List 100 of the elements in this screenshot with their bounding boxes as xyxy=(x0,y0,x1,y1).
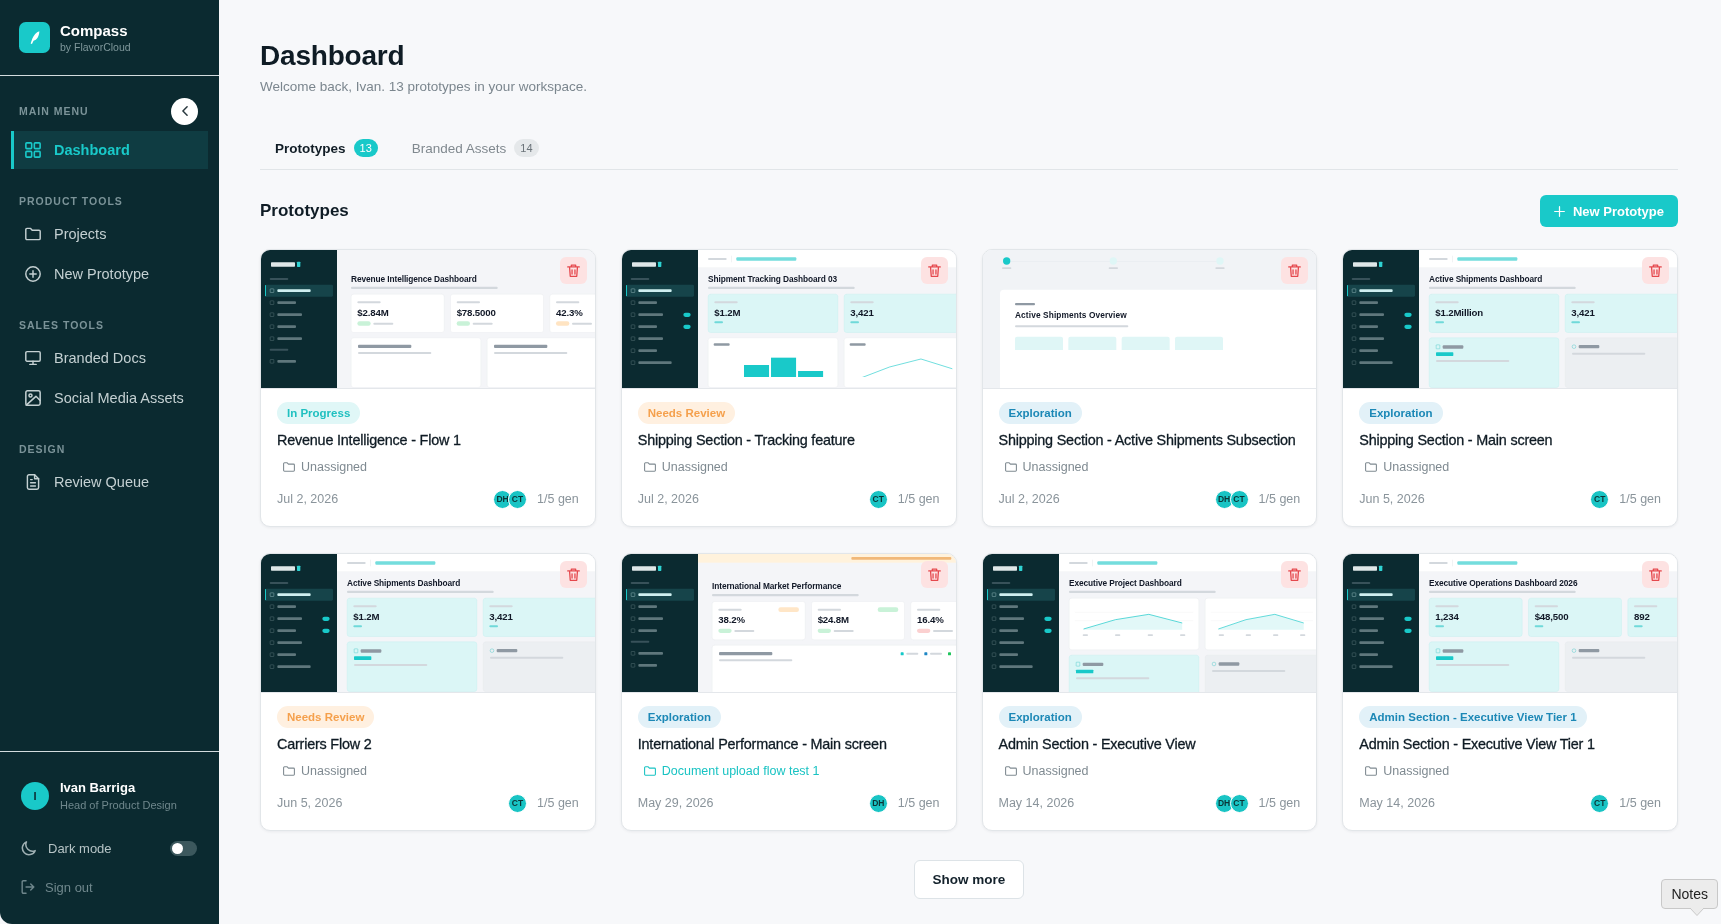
stat-value: 3,421 xyxy=(1571,306,1596,318)
count-badge: 13 xyxy=(353,139,378,157)
section-heading: PRODUCT TOOLS xyxy=(19,195,123,207)
status-badge: Exploration xyxy=(998,402,1082,424)
status-badge: Needs Review xyxy=(277,706,375,728)
dashboard-title: Revenue Intelligence Dashboard xyxy=(351,274,478,284)
avatar: CT xyxy=(1590,489,1610,509)
sidebar-item[interactable]: Projects xyxy=(11,215,208,253)
sign-out-button[interactable]: Sign out xyxy=(21,876,93,898)
date-text: Jun 5, 2026 xyxy=(277,796,344,810)
delete-button[interactable] xyxy=(1281,257,1309,284)
avatar: I xyxy=(21,781,49,810)
project-label: Unassigned xyxy=(661,459,728,475)
user-role: Head of Product Design xyxy=(60,799,177,811)
generation-count: 1/5 gen xyxy=(537,796,579,810)
card-title: Shipping Section - Main screen xyxy=(1359,431,1553,450)
avatar: CT xyxy=(508,489,528,509)
avatar: CT xyxy=(1229,793,1249,813)
date-text: Jul 2, 2026 xyxy=(998,492,1061,506)
folder-icon xyxy=(1365,462,1378,472)
delete-button[interactable] xyxy=(920,257,948,284)
app-tagline: by FlavorCloud xyxy=(60,41,131,53)
summary-tile xyxy=(1014,336,1063,350)
prototype-card[interactable]: Executive Operations Dashboard 2026 1,234 $48,500 892 Admin Section - Executive View Tier 1 Admin Section - Executive View Tier 1 Unassigned May 14, 2026 CT 1/5 gen xyxy=(1342,553,1678,831)
section-heading: SALES TOOLS xyxy=(19,319,104,331)
show-more-button[interactable]: Show more xyxy=(914,860,1024,899)
folder-icon xyxy=(1004,766,1017,776)
delete-button[interactable] xyxy=(1642,561,1669,588)
prototype-card[interactable]: Active Shipments Overview Exploration Shipping Section - Active Shipments Subsection Unassigned Jul 2, 2026 DH CT 1/5 gen xyxy=(981,249,1318,527)
feather-icon xyxy=(19,22,50,53)
generation-count: 1/5 gen xyxy=(537,492,579,506)
delete-button[interactable] xyxy=(559,561,587,588)
status-badge: Exploration xyxy=(1359,402,1443,424)
card-title: Carriers Flow 2 xyxy=(277,735,372,754)
project-label: Unassigned xyxy=(1022,763,1089,779)
delete-button[interactable] xyxy=(920,561,948,588)
trash-icon xyxy=(1288,568,1302,581)
sidebar-item[interactable]: Social Media Assets xyxy=(11,379,208,417)
summary-tile xyxy=(1121,336,1170,350)
stat-value: 3,421 xyxy=(489,610,514,622)
dashboard-title: International Market Performance xyxy=(711,581,842,592)
project-label: Document upload flow test 1 xyxy=(661,763,820,779)
tab[interactable]: Branded Assets 14 xyxy=(396,130,554,166)
avatar: CT xyxy=(1229,489,1249,509)
generation-count: 1/5 gen xyxy=(1258,796,1301,810)
folder-icon xyxy=(283,766,295,776)
collapse-button[interactable] xyxy=(171,97,198,125)
tab[interactable]: Prototypes 13 xyxy=(260,130,393,166)
stat-value: 1,234 xyxy=(1435,610,1460,622)
stat-value: 892 xyxy=(1634,610,1651,622)
prototype-card[interactable]: Revenue Intelligence Dashboard $2.84M $78.5000 42.3% In Progress Revenue Intelligence - Flow 1 Unassigned Jul 2, 2026 DH CT 1/5 gen xyxy=(260,249,596,527)
stat-value: 3,421 xyxy=(850,306,875,318)
project-label: Unassigned xyxy=(1022,459,1089,475)
prototype-card[interactable]: International Market Performance 38.2% $24.8M 16.4% Exploration International Performance - Main screen Document upload flow test 1 May 29, 2026 DH 1/5 gen xyxy=(620,553,957,831)
dashboard-title: Executive Project Dashboard xyxy=(1068,578,1183,588)
project-label: Unassigned xyxy=(1383,459,1450,475)
delete-button[interactable] xyxy=(559,257,587,284)
plus-circle-icon xyxy=(25,266,41,282)
stat-value: $1.2M xyxy=(714,306,742,318)
sidebar-item[interactable]: Review Queue xyxy=(11,463,208,501)
prototype-card[interactable]: Active Shipments Dashboard $1.2M 3,421 Needs Review Carriers Flow 2 Unassigned Jun 5, 2026 CT 1/5 gen xyxy=(260,553,596,831)
card-title: International Performance - Main screen xyxy=(637,735,887,754)
folder-icon xyxy=(643,766,656,776)
generation-count: 1/5 gen xyxy=(897,492,940,506)
status-badge: In Progress xyxy=(277,402,361,424)
section-title: Prototypes xyxy=(260,201,349,221)
count-badge: 14 xyxy=(514,139,539,157)
delete-button[interactable] xyxy=(1642,257,1669,284)
sidebar-item[interactable]: Branded Docs xyxy=(11,339,208,377)
prototype-card[interactable]: Active Shipments Dashboard $1.2Million 3,421 Exploration Shipping Section - Main screen Unassigned Jun 5, 2026 CT 1/5 gen xyxy=(1342,249,1678,527)
prototype-card[interactable]: Shipment Tracking Dashboard 03 $1.2M 3,421 Needs Review Shipping Section - Tracking feature Unassigned Jul 2, 2026 CT 1/5 gen xyxy=(620,249,957,527)
stat-value: $24.8M xyxy=(817,614,850,626)
sidebar-item[interactable]: New Prototype xyxy=(11,255,208,293)
avatar: CT xyxy=(1590,793,1610,813)
section-heading: DESIGN xyxy=(19,443,66,455)
avatar: DH xyxy=(868,793,888,813)
prototype-card[interactable]: Executive Project Dashboard Exploration Admin Section - Executive View Unassigned May 14, 2026 DH CT 1/5 gen xyxy=(981,553,1318,831)
generation-count: 1/5 gen xyxy=(1619,492,1661,506)
date-text: May 14, 2026 xyxy=(1359,796,1436,810)
card-title: Revenue Intelligence - Flow 1 xyxy=(277,431,461,450)
notes-tooltip[interactable]: Notes xyxy=(1661,879,1718,909)
page-title: Dashboard xyxy=(260,39,406,73)
folder-icon xyxy=(1004,462,1017,472)
summary-tile xyxy=(1067,336,1116,350)
delete-button[interactable] xyxy=(1281,561,1309,588)
folder-icon xyxy=(1365,766,1378,776)
card-title: Admin Section - Executive View xyxy=(998,735,1196,754)
stat-value: $1.2M xyxy=(353,610,381,622)
dark-mode-toggle[interactable] xyxy=(170,840,197,856)
trash-icon xyxy=(566,264,580,277)
status-badge: Exploration xyxy=(637,706,721,728)
dark-mode-label: Dark mode xyxy=(48,840,113,856)
status-badge: Exploration xyxy=(998,706,1082,728)
trash-icon xyxy=(566,568,580,581)
avatar: CT xyxy=(508,793,528,813)
sidebar-item[interactable]: Dashboard xyxy=(11,131,208,169)
generation-count: 1/5 gen xyxy=(1619,796,1661,810)
stat-value: 16.4% xyxy=(916,614,945,626)
trash-icon xyxy=(1649,568,1662,581)
project-label: Unassigned xyxy=(1383,763,1450,779)
